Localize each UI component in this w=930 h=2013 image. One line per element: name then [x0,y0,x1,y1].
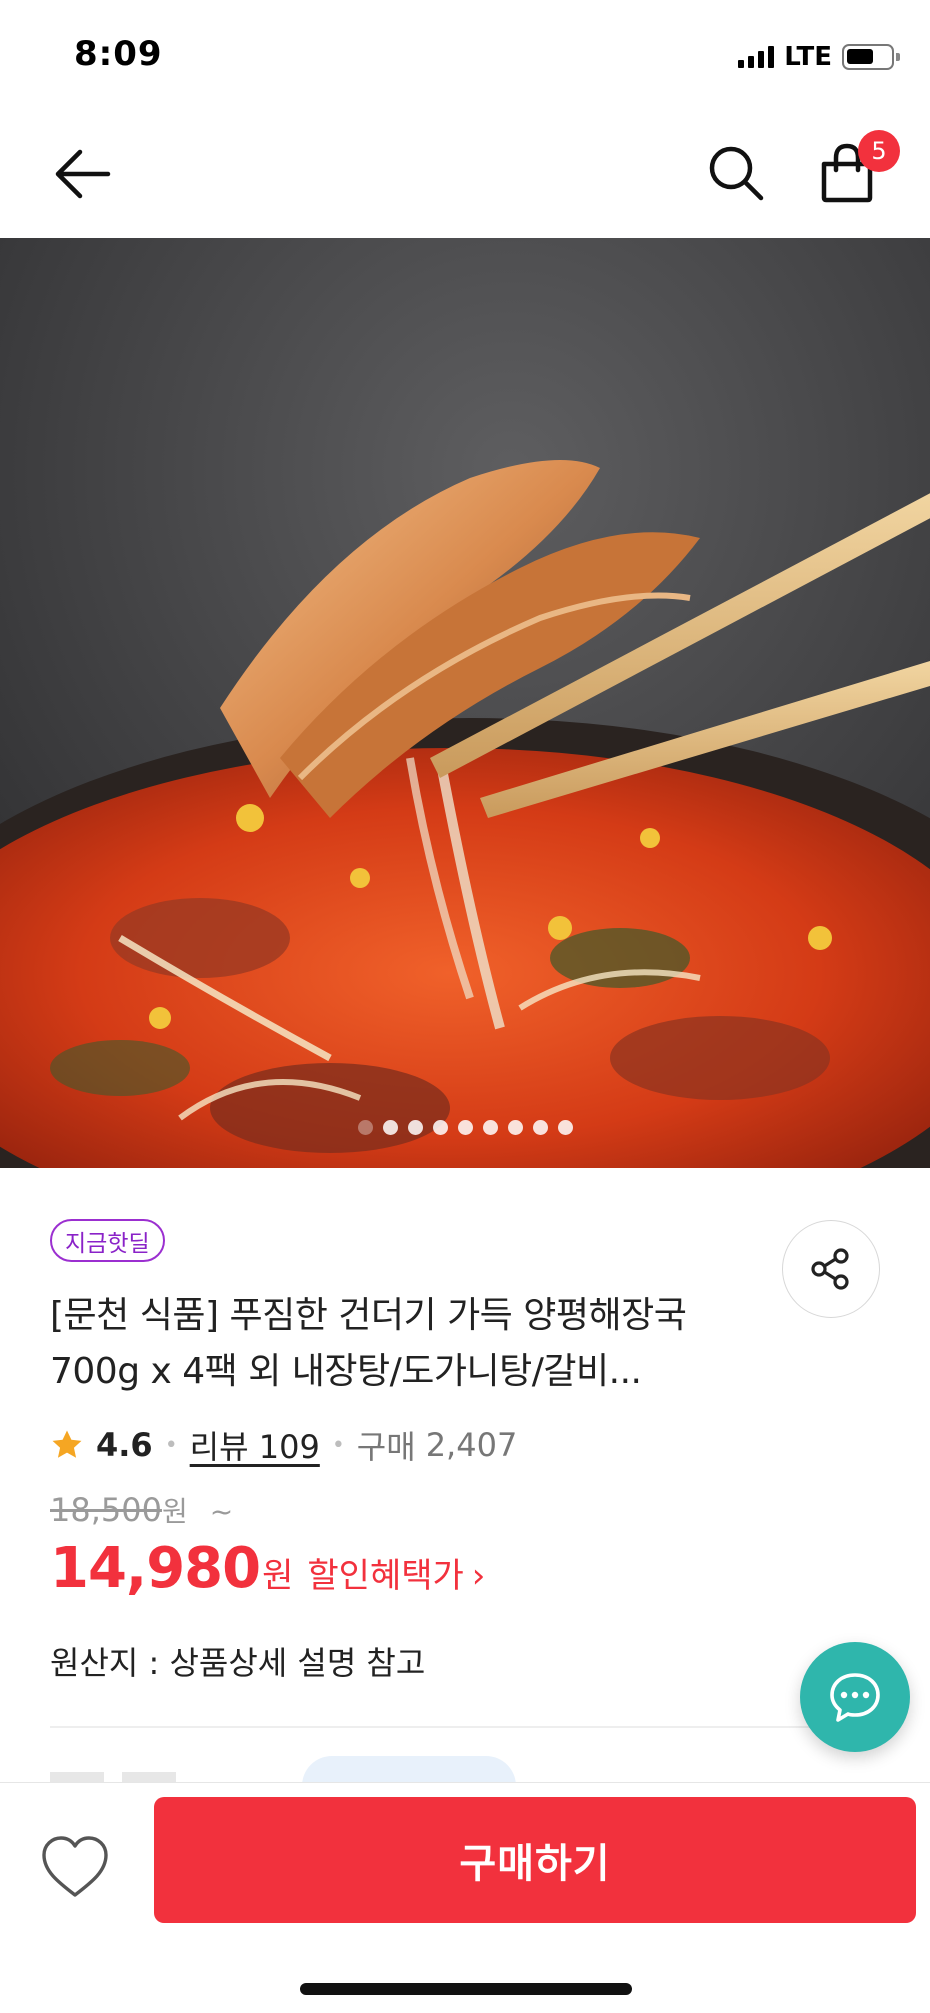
divider [50,1726,880,1728]
home-indicator [300,1983,632,1995]
carousel-dot [357,1120,373,1135]
back-button[interactable] [52,144,112,204]
sale-price-row[interactable]: 14,980 원 할인혜택가 › [50,1536,485,1601]
share-icon [811,1248,849,1290]
product-title: [문천 식품] 푸짐한 건더기 가득 양평해장국 700g x 4팩 외 내장탕… [50,1295,687,1392]
product-image-carousel[interactable] [0,238,930,1168]
cart-count-badge: 5 [858,130,900,172]
carousel-dot [407,1120,423,1135]
sale-price: 14,980 [50,1536,261,1601]
buy-button[interactable]: 구매하기 [154,1797,916,1923]
carousel-dot [532,1120,548,1135]
price-range-suffix: ~ [209,1495,234,1528]
hotdeal-badge: 지금핫딜 [50,1219,165,1262]
discount-benefit-link[interactable]: 할인혜택가 [307,1548,463,1597]
purchase-count: 2,407 [425,1426,518,1464]
battery-icon [842,44,900,70]
carousel-dot [557,1120,573,1135]
product-detail-screen: 8:09 LTE 5 지금핫딜 [문천 식품] 푸짐한 건더기 가득 양평해장국… [0,0,930,2013]
origin-info: 원산지 : 상품상세 설명 참고 [50,1644,426,1682]
network-type: LTE [784,42,832,72]
search-button[interactable] [706,143,766,203]
heart-outline-icon [42,1836,108,1897]
status-indicators: LTE [738,42,900,72]
search-icon [709,146,764,201]
original-price-unit: 원 [161,1495,188,1528]
share-button[interactable] [782,1220,880,1318]
wishlist-button[interactable] [38,1831,112,1905]
nav-bar: 5 [0,110,930,238]
chat-bubble-icon [830,1673,880,1722]
arrow-left-icon [55,149,111,199]
bottom-action-bar: 구매하기 [0,1782,930,2013]
original-price-row: 18,500 원 ~ [50,1490,233,1530]
original-price: 18,500 [50,1491,162,1529]
carousel-dot [432,1120,448,1135]
carousel-dot [457,1120,473,1135]
chat-button[interactable] [800,1642,910,1752]
rating-value: 4.6 [96,1426,153,1464]
separator-dot: • [164,1432,178,1458]
review-link[interactable]: 리뷰 109 [190,1422,320,1468]
product-photo [0,238,930,1168]
star-icon [52,1430,82,1458]
carousel-dot [382,1120,398,1135]
rating-row: 4.6 • 리뷰 109 • 구매 2,407 [50,1420,517,1470]
purchase-label: 구매 [356,1428,416,1466]
status-time: 8:09 [74,34,163,74]
signal-icon [738,46,775,68]
separator-dot: • [331,1432,345,1458]
carousel-indicator [0,1120,930,1135]
sale-price-unit: 원 [262,1556,294,1596]
chevron-right-icon: › [471,1556,486,1596]
carousel-dot [482,1120,498,1135]
carousel-dot [507,1120,523,1135]
status-bar: 8:09 LTE [0,0,930,110]
